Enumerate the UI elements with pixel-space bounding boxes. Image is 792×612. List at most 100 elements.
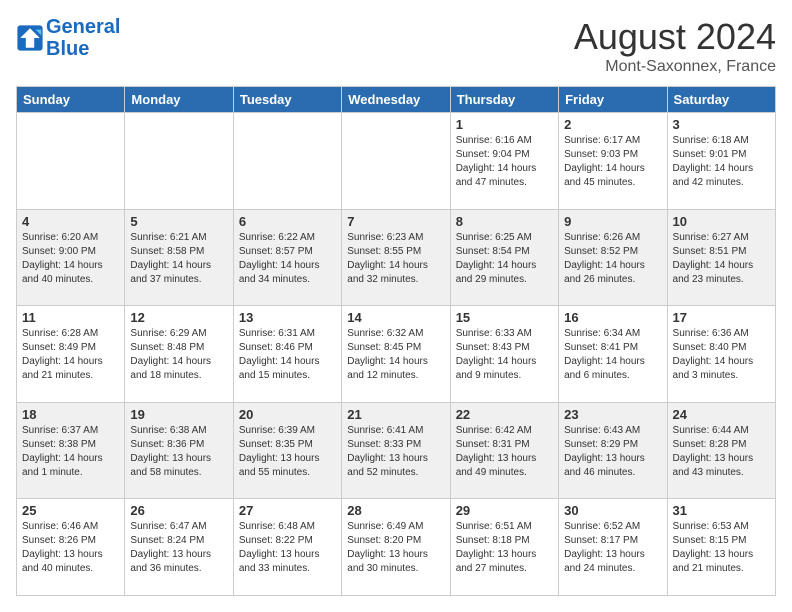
day-number-25: 25 <box>22 503 119 518</box>
calendar-table: Sunday Monday Tuesday Wednesday Thursday… <box>16 86 776 596</box>
day-info-16: Sunrise: 6:34 AM Sunset: 8:41 PM Dayligh… <box>564 327 661 383</box>
day-number-10: 10 <box>673 214 770 229</box>
day-info-12: Sunrise: 6:29 AM Sunset: 8:48 PM Dayligh… <box>130 327 227 383</box>
day-info-1: Sunrise: 6:16 AM Sunset: 9:04 PM Dayligh… <box>456 134 553 190</box>
week-row-1: 4Sunrise: 6:20 AM Sunset: 9:00 PM Daylig… <box>17 209 776 306</box>
cell-w1-d5: 9Sunrise: 6:26 AM Sunset: 8:52 PM Daylig… <box>559 209 667 306</box>
day-info-27: Sunrise: 6:48 AM Sunset: 8:22 PM Dayligh… <box>239 520 336 576</box>
day-info-21: Sunrise: 6:41 AM Sunset: 8:33 PM Dayligh… <box>347 424 444 480</box>
cell-w2-d1: 12Sunrise: 6:29 AM Sunset: 8:48 PM Dayli… <box>125 306 233 403</box>
location: Mont-Saxonnex, France <box>574 58 776 76</box>
cell-w2-d5: 16 Sunrise: 6:34 AM Sunset: 8:41 PM Dayli… <box>559 306 667 403</box>
day-info-26: Sunrise: 6:47 AM Sunset: 8:24 PM Dayligh… <box>130 520 227 576</box>
cell-w1-d6: 10 Sunrise: 6:27 AM Sunset: 8:51 PM Dayli… <box>667 209 775 306</box>
cell-w3-d1: 19 Sunrise: 6:38 AM Sunset: 8:36 PM Dayli… <box>125 402 233 499</box>
day-number-29: 29 <box>456 503 553 518</box>
day-number-24: 24 <box>673 407 770 422</box>
cell-w3-d6: 24 Sunrise: 6:44 AM Sunset: 8:28 PM Dayli… <box>667 402 775 499</box>
day-number-18: 18 <box>22 407 119 422</box>
cell-w4-d6: 31 Sunrise: 6:53 AM Sunset: 8:15 PM Dayli… <box>667 499 775 596</box>
cell-w3-d0: 18 Sunrise: 6:37 AM Sunset: 8:38 PM Dayli… <box>17 402 125 499</box>
header-saturday: Saturday <box>667 87 775 113</box>
day-info-18: Sunrise: 6:37 AM Sunset: 8:38 PM Dayligh… <box>22 424 119 480</box>
day-info-20: Sunrise: 6:39 AM Sunset: 8:35 PM Dayligh… <box>239 424 336 480</box>
day-number-30: 30 <box>564 503 661 518</box>
logo: General Blue <box>16 16 120 60</box>
weekday-header-row: Sunday Monday Tuesday Wednesday Thursday… <box>17 87 776 113</box>
cell-w1-d2: 6 Sunrise: 6:22 AM Sunset: 8:57 PM Daylig… <box>233 209 341 306</box>
cell-w0-d5: 2 Sunrise: 6:17 AM Sunset: 9:03 PM Daylig… <box>559 113 667 210</box>
day-number-2: 2 <box>564 117 661 132</box>
week-row-4: 25 Sunrise: 6:46 AM Sunset: 8:26 PM Dayli… <box>17 499 776 596</box>
week-row-3: 18 Sunrise: 6:37 AM Sunset: 8:38 PM Dayli… <box>17 402 776 499</box>
day-info-28: Sunrise: 6:49 AM Sunset: 8:20 PM Dayligh… <box>347 520 444 576</box>
day-info-8: Sunrise: 6:25 AM Sunset: 8:54 PM Dayligh… <box>456 231 553 287</box>
cell-w3-d5: 23Sunrise: 6:43 AM Sunset: 8:29 PM Dayli… <box>559 402 667 499</box>
day-number-5: 5 <box>130 214 227 229</box>
day-info-7: Sunrise: 6:23 AM Sunset: 8:55 PM Dayligh… <box>347 231 444 287</box>
cell-w1-d0: 4Sunrise: 6:20 AM Sunset: 9:00 PM Daylig… <box>17 209 125 306</box>
day-info-22: Sunrise: 6:42 AM Sunset: 8:31 PM Dayligh… <box>456 424 553 480</box>
month-year: August 2024 <box>574 16 776 58</box>
header-monday: Monday <box>125 87 233 113</box>
day-number-3: 3 <box>673 117 770 132</box>
day-number-14: 14 <box>347 310 444 325</box>
logo-blue: Blue <box>46 38 120 60</box>
header-wednesday: Wednesday <box>342 87 450 113</box>
cell-w4-d0: 25 Sunrise: 6:46 AM Sunset: 8:26 PM Dayli… <box>17 499 125 596</box>
cell-w2-d0: 11Sunrise: 6:28 AM Sunset: 8:49 PM Dayli… <box>17 306 125 403</box>
day-info-5: Sunrise: 6:21 AM Sunset: 8:58 PM Dayligh… <box>130 231 227 287</box>
day-info-24: Sunrise: 6:44 AM Sunset: 8:28 PM Dayligh… <box>673 424 770 480</box>
cell-w2-d3: 14Sunrise: 6:32 AM Sunset: 8:45 PM Dayli… <box>342 306 450 403</box>
day-number-20: 20 <box>239 407 336 422</box>
day-number-27: 27 <box>239 503 336 518</box>
day-number-26: 26 <box>130 503 227 518</box>
header-sunday: Sunday <box>17 87 125 113</box>
cell-w1-d3: 7 Sunrise: 6:23 AM Sunset: 8:55 PM Daylig… <box>342 209 450 306</box>
day-info-19: Sunrise: 6:38 AM Sunset: 8:36 PM Dayligh… <box>130 424 227 480</box>
cell-w0-d3 <box>342 113 450 210</box>
day-number-6: 6 <box>239 214 336 229</box>
day-info-2: Sunrise: 6:17 AM Sunset: 9:03 PM Dayligh… <box>564 134 661 190</box>
cell-w4-d5: 30 Sunrise: 6:52 AM Sunset: 8:17 PM Dayli… <box>559 499 667 596</box>
day-number-22: 22 <box>456 407 553 422</box>
day-info-30: Sunrise: 6:52 AM Sunset: 8:17 PM Dayligh… <box>564 520 661 576</box>
header-tuesday: Tuesday <box>233 87 341 113</box>
day-info-29: Sunrise: 6:51 AM Sunset: 8:18 PM Dayligh… <box>456 520 553 576</box>
day-info-9: Sunrise: 6:26 AM Sunset: 8:52 PM Dayligh… <box>564 231 661 287</box>
day-number-23: 23 <box>564 407 661 422</box>
logo-general: General <box>46 16 120 38</box>
day-number-15: 15 <box>456 310 553 325</box>
day-info-31: Sunrise: 6:53 AM Sunset: 8:15 PM Dayligh… <box>673 520 770 576</box>
day-info-25: Sunrise: 6:46 AM Sunset: 8:26 PM Dayligh… <box>22 520 119 576</box>
cell-w3-d4: 22 Sunrise: 6:42 AM Sunset: 8:31 PM Dayli… <box>450 402 558 499</box>
header-thursday: Thursday <box>450 87 558 113</box>
day-info-4: Sunrise: 6:20 AM Sunset: 9:00 PM Dayligh… <box>22 231 119 287</box>
cell-w4-d3: 28Sunrise: 6:49 AM Sunset: 8:20 PM Dayli… <box>342 499 450 596</box>
day-info-15: Sunrise: 6:33 AM Sunset: 8:43 PM Dayligh… <box>456 327 553 383</box>
day-info-10: Sunrise: 6:27 AM Sunset: 8:51 PM Dayligh… <box>673 231 770 287</box>
cell-w0-d4: 1 Sunrise: 6:16 AM Sunset: 9:04 PM Daylig… <box>450 113 558 210</box>
cell-w4-d1: 26 Sunrise: 6:47 AM Sunset: 8:24 PM Dayli… <box>125 499 233 596</box>
day-number-16: 16 <box>564 310 661 325</box>
day-number-13: 13 <box>239 310 336 325</box>
header: General Blue August 2024 Mont-Saxonnex, … <box>16 16 776 76</box>
cell-w2-d6: 17Sunrise: 6:36 AM Sunset: 8:40 PM Dayli… <box>667 306 775 403</box>
week-row-2: 11Sunrise: 6:28 AM Sunset: 8:49 PM Dayli… <box>17 306 776 403</box>
day-info-13: Sunrise: 6:31 AM Sunset: 8:46 PM Dayligh… <box>239 327 336 383</box>
day-number-7: 7 <box>347 214 444 229</box>
cell-w0-d2 <box>233 113 341 210</box>
day-number-17: 17 <box>673 310 770 325</box>
cell-w4-d4: 29 Sunrise: 6:51 AM Sunset: 8:18 PM Dayli… <box>450 499 558 596</box>
day-number-19: 19 <box>130 407 227 422</box>
cell-w0-d6: 3 Sunrise: 6:18 AM Sunset: 9:01 PM Daylig… <box>667 113 775 210</box>
day-number-8: 8 <box>456 214 553 229</box>
title-block: August 2024 Mont-Saxonnex, France <box>574 16 776 76</box>
day-info-6: Sunrise: 6:22 AM Sunset: 8:57 PM Dayligh… <box>239 231 336 287</box>
day-info-3: Sunrise: 6:18 AM Sunset: 9:01 PM Dayligh… <box>673 134 770 190</box>
day-number-31: 31 <box>673 503 770 518</box>
cell-w1-d1: 5 Sunrise: 6:21 AM Sunset: 8:58 PM Daylig… <box>125 209 233 306</box>
cell-w1-d4: 8 Sunrise: 6:25 AM Sunset: 8:54 PM Daylig… <box>450 209 558 306</box>
cell-w0-d0 <box>17 113 125 210</box>
day-number-1: 1 <box>456 117 553 132</box>
